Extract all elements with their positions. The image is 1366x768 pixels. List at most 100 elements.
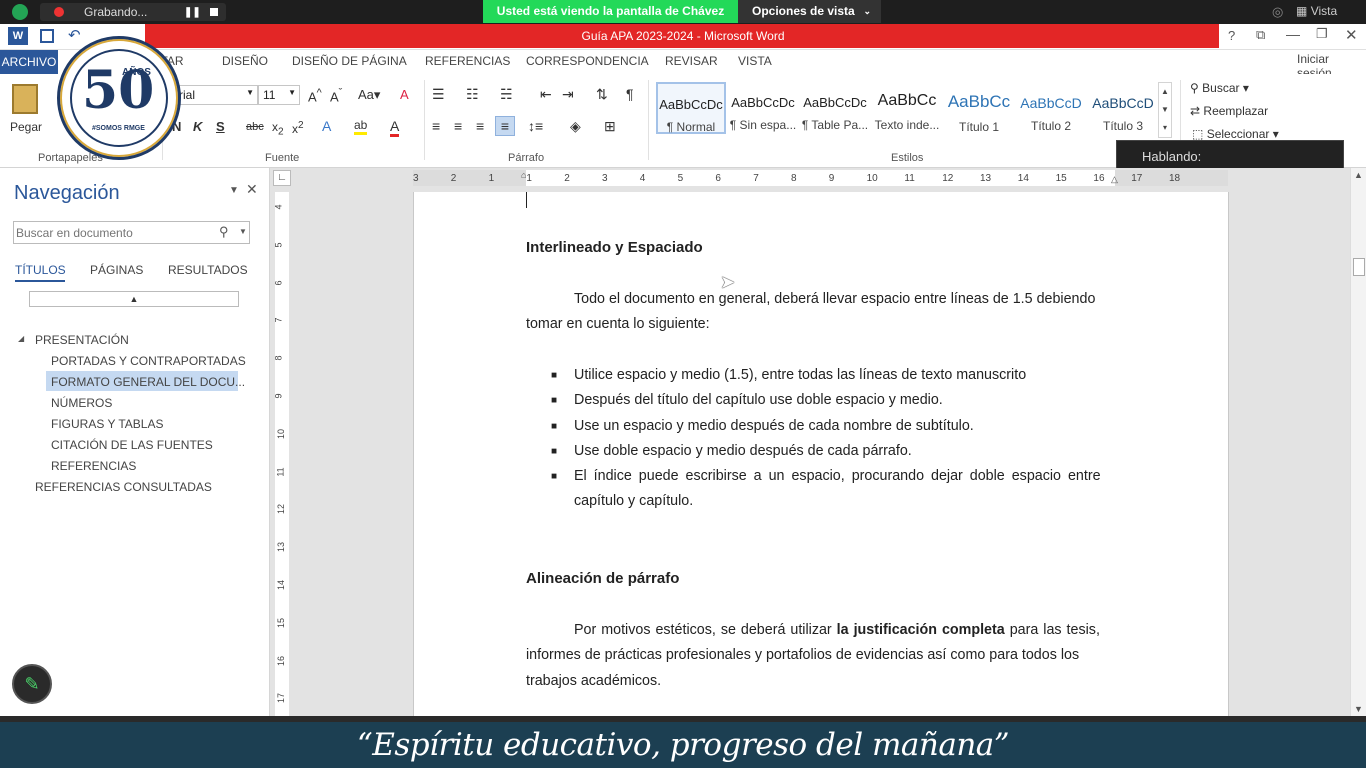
borders-icon[interactable]: ⊞ <box>604 118 616 135</box>
recording-indicator[interactable]: Grabando... ❚❚ <box>40 3 226 21</box>
expand-triangle-icon[interactable]: ◢ <box>18 334 24 343</box>
nav-search-input[interactable] <box>16 224 212 241</box>
nav-heading-citacion[interactable]: CITACIÓN DE LAS FUENTES <box>51 438 213 452</box>
view-options-button[interactable]: Opciones de vista ⌄ <box>738 0 881 23</box>
ribbon-display-icon[interactable]: ⧉ <box>1256 27 1265 43</box>
ruler-number: 3 <box>602 173 608 184</box>
style-preview: AaBbCcD <box>1020 95 1082 111</box>
pause-icon[interactable]: ❚❚ <box>184 7 201 18</box>
tab-archivo[interactable]: ARCHIVO <box>0 50 58 74</box>
chevron-down-icon[interactable]: ▼ <box>239 227 247 236</box>
clear-format-icon[interactable]: A <box>400 87 409 102</box>
nav-heading-referencias-consultadas[interactable]: REFERENCIAS CONSULTADAS <box>35 480 212 494</box>
style-preview: AaBbCcD <box>1092 95 1154 111</box>
styles-scroll[interactable]: ▲ ▼ ▾ <box>1158 82 1172 138</box>
justify-icon[interactable]: ≡ <box>495 116 515 136</box>
underline-icon[interactable]: S <box>216 119 225 134</box>
bullets-icon[interactable]: ☰ <box>432 86 445 103</box>
tab-referencias[interactable]: REFERENCIAS <box>425 54 510 68</box>
save-icon[interactable] <box>40 29 54 43</box>
show-marks-icon[interactable]: ¶ <box>626 86 634 102</box>
tab-correspondencia[interactable]: CORRESPONDENCIA <box>526 54 649 68</box>
replace-label: Reemplazar <box>1203 104 1269 118</box>
ruler-corner[interactable]: ∟ <box>273 170 291 186</box>
align-center-icon[interactable]: ≡ <box>454 118 462 134</box>
bullet-marker: ■ <box>551 446 558 457</box>
align-left-icon[interactable]: ≡ <box>432 118 440 134</box>
vertical-scrollbar[interactable]: ▲ ▼ <box>1350 168 1366 716</box>
ruler-number: 8 <box>273 355 284 361</box>
font-size-select[interactable]: 11 ▼ <box>258 85 300 105</box>
style-preview: AaBbCc <box>947 92 1011 111</box>
tab-diseno-pagina[interactable]: DISEÑO DE PÁGINA <box>292 54 407 68</box>
replace-button[interactable]: ⇄ Reemplazar <box>1190 104 1268 118</box>
italic-icon[interactable]: K <box>193 119 202 134</box>
increase-indent-icon[interactable]: ⇥ <box>562 86 574 103</box>
shrink-font-icon[interactable]: Aˇ <box>330 87 342 104</box>
change-case-icon[interactable]: Aa▾ <box>358 87 380 103</box>
nav-heading-referencias[interactable]: REFERENCIAS <box>51 459 136 473</box>
style-table-paragraph[interactable]: AaBbCcDc ¶ Table Pa... <box>800 82 870 134</box>
document-area: ∟ 3 2 1 1 2 3 4 5 6 7 8 9 10 11 12 13 14 15 16 17 18 ⌂ △ 456… <box>270 168 1350 716</box>
nav-heading-figuras[interactable]: FIGURAS Y TABLAS <box>51 417 164 431</box>
strikethrough-icon[interactable]: abc <box>246 121 264 133</box>
view-button[interactable]: ▦ Vista <box>1296 4 1337 18</box>
nav-tab-results[interactable]: RESULTADOS <box>168 263 248 277</box>
multilevel-list-icon[interactable]: ☵ <box>500 86 513 103</box>
subscript-icon[interactable]: x2 <box>272 120 284 137</box>
style-preview: AaBbCcDc <box>731 95 795 110</box>
font-color-icon[interactable]: A <box>390 118 400 137</box>
tab-vista[interactable]: VISTA <box>738 54 772 68</box>
shading-icon[interactable]: ◈ <box>570 118 581 135</box>
indent-marker-icon[interactable]: ⌂ <box>521 170 526 180</box>
numbering-icon[interactable]: ☷ <box>466 86 479 103</box>
document-page[interactable]: Interlineado y Espaciado Todo el documen… <box>413 192 1229 716</box>
undo-icon[interactable]: ↶ <box>68 26 81 44</box>
tab-diseno[interactable]: DISEÑO <box>222 54 268 68</box>
nav-title: Navegación <box>14 182 120 204</box>
find-button[interactable]: ⚲ Buscar ▾ <box>1190 81 1249 95</box>
text-effects-icon[interactable]: A <box>322 118 331 134</box>
scroll-up-icon[interactable]: ▲ <box>1354 170 1363 180</box>
help-icon[interactable]: ? <box>1228 28 1235 43</box>
style-heading-2[interactable]: AaBbCcD Título 2 <box>1016 82 1086 134</box>
minimize-icon[interactable]: — <box>1286 26 1300 42</box>
close-icon[interactable]: ✕ <box>1345 26 1358 44</box>
search-icon[interactable]: ⚲ <box>219 224 229 240</box>
paste-button[interactable]: Pegar <box>6 80 46 144</box>
view-label: Vista <box>1310 4 1338 18</box>
nav-tab-headings[interactable]: TÍTULOS <box>15 263 66 277</box>
right-indent-marker-icon[interactable]: △ <box>1111 174 1118 185</box>
scroll-thumb[interactable] <box>1353 258 1365 276</box>
superscript-icon[interactable]: x2 <box>292 120 304 136</box>
nav-options-icon[interactable]: ▼ <box>229 185 239 196</box>
grow-font-icon[interactable]: A^ <box>308 87 322 104</box>
select-button[interactable]: ⬚ Seleccionar ▾ <box>1192 127 1279 141</box>
replace-icon: ⇄ <box>1190 104 1201 118</box>
style-indented-text[interactable]: AaBbCc Texto inde... <box>872 82 942 134</box>
highlight-icon[interactable]: ab <box>354 118 368 135</box>
restore-icon[interactable]: ❐ <box>1316 26 1328 42</box>
nav-heading-numeros[interactable]: NÚMEROS <box>51 396 112 410</box>
nav-close-icon[interactable]: ✕ <box>246 181 258 198</box>
nav-heading-presentacion[interactable]: PRESENTACIÓN <box>35 333 129 347</box>
nav-heading-formato[interactable]: FORMATO GENERAL DEL DOCU... <box>51 375 245 389</box>
nav-search-box[interactable]: ⚲ ▼ <box>13 221 250 244</box>
stop-icon[interactable] <box>210 8 218 16</box>
align-right-icon[interactable]: ≡ <box>476 118 484 134</box>
annotate-pen-button[interactable]: ✎ <box>12 664 52 704</box>
style-normal[interactable]: AaBbCcDc ¶ Normal <box>656 82 726 134</box>
divider <box>424 80 425 160</box>
style-no-spacing[interactable]: AaBbCcDc ¶ Sin espa... <box>728 82 798 134</box>
tab-revisar[interactable]: REVISAR <box>665 54 718 68</box>
sort-icon[interactable]: ⇅ <box>596 86 608 103</box>
style-heading-1[interactable]: AaBbCc Título 1 <box>944 82 1014 134</box>
nav-tab-pages[interactable]: PÁGINAS <box>90 263 143 277</box>
decrease-indent-icon[interactable]: ⇤ <box>540 86 552 103</box>
ruler-number: 14 <box>276 579 287 591</box>
style-heading-3[interactable]: AaBbCcD Título 3 <box>1088 82 1158 134</box>
scroll-down-icon[interactable]: ▼ <box>1354 704 1363 714</box>
collapse-all-button[interactable]: ▲ <box>29 291 239 307</box>
nav-heading-portadas[interactable]: PORTADAS Y CONTRAPORTADAS <box>51 354 246 368</box>
line-spacing-icon[interactable]: ↕≡ <box>528 118 543 134</box>
